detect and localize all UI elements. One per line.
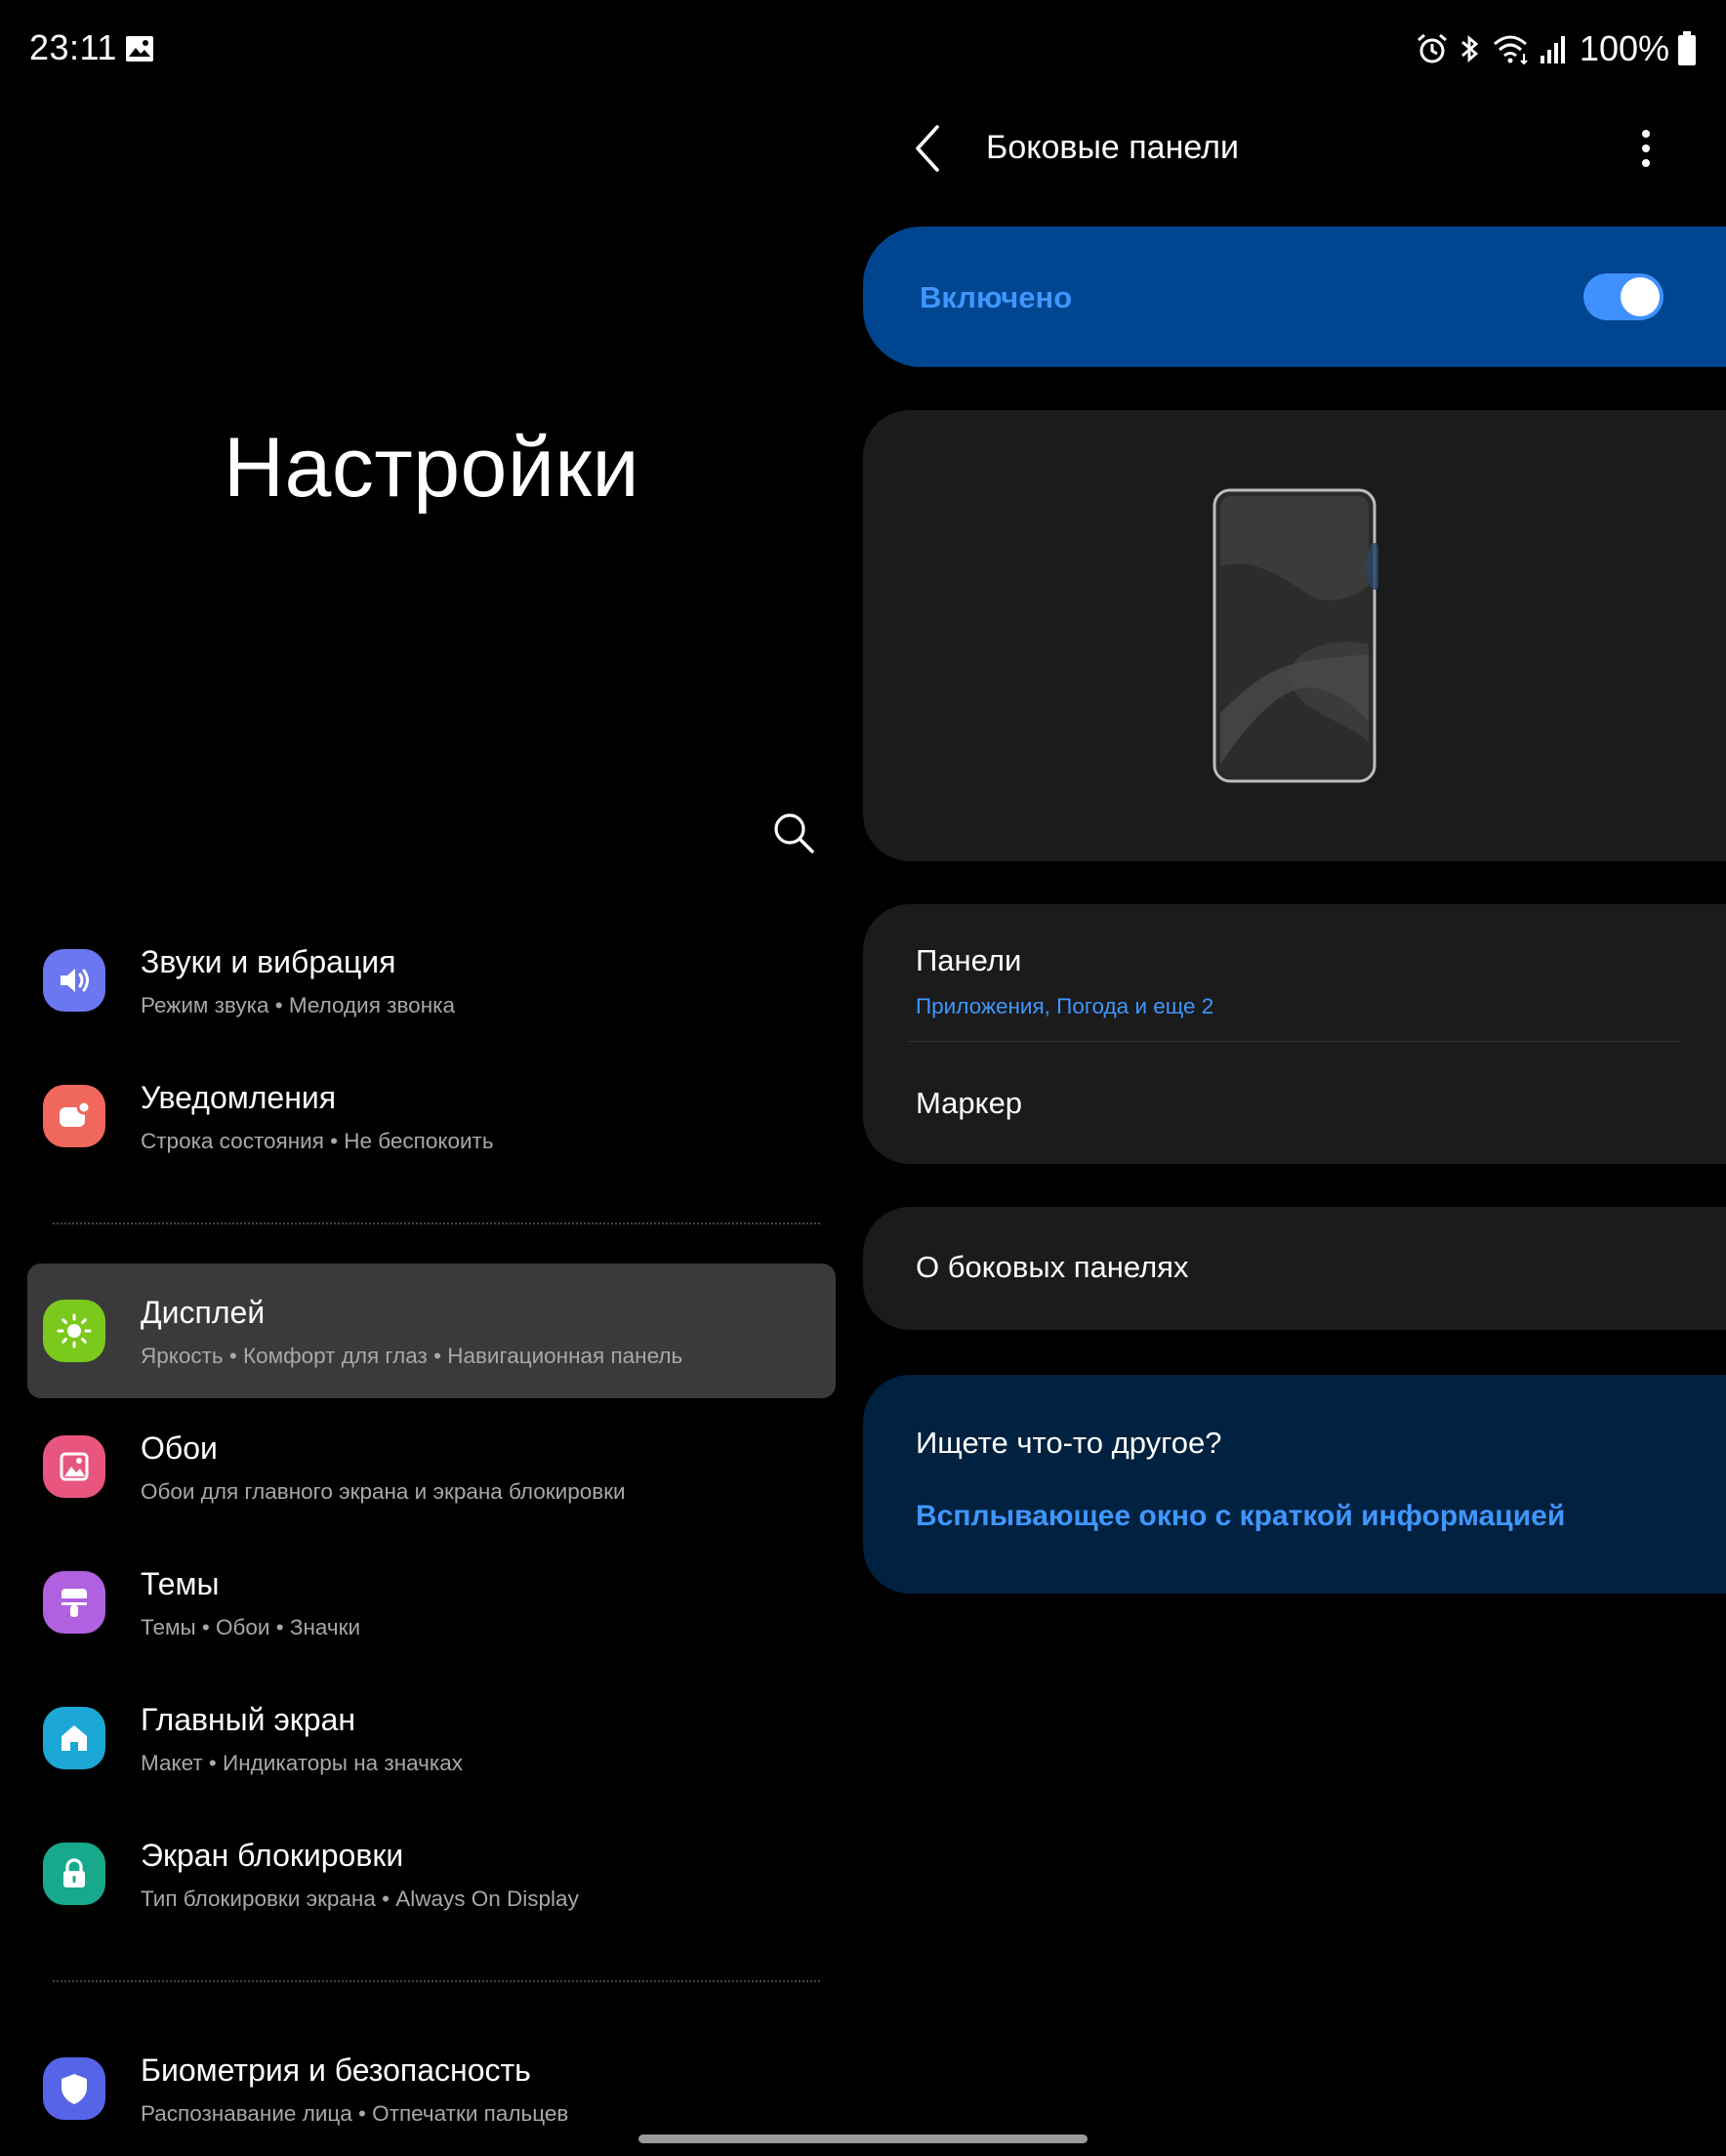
master-switch-label: Включено — [920, 280, 1073, 314]
menu-item-subtitle: Распознавание лица • Отпечатки пальцев — [141, 2101, 569, 2126]
bluetooth-icon — [1461, 34, 1479, 63]
list-item-title: Маркер — [916, 1086, 1023, 1120]
signal-icon — [1540, 36, 1565, 63]
home-icon — [43, 1707, 105, 1769]
volume-icon — [43, 949, 105, 1012]
menu-item-title: Главный экран — [141, 1702, 356, 1737]
page-title: Настройки — [223, 421, 640, 515]
menu-item-subtitle: Обои для главного экрана и экрана блокир… — [141, 1479, 626, 1504]
wifi-icon — [1493, 35, 1528, 65]
master-switch-card[interactable]: Включено — [863, 227, 1726, 367]
list-item-title: Панели — [916, 943, 1022, 977]
menu-item-title: Обои — [141, 1430, 218, 1466]
menu-item-subtitle: Режим звука • Мелодия звонка — [141, 993, 455, 1017]
suggestion-title: Ищете что-то другое? — [916, 1426, 1222, 1460]
alarm-icon — [1417, 33, 1447, 63]
menu-item-title: Биометрия и безопасность — [141, 2052, 531, 2088]
brightness-icon — [43, 1300, 105, 1362]
toggle-knob — [1621, 277, 1660, 316]
menu-item-display[interactable]: Дисплей Яркость • Комфорт для глаз • Нав… — [27, 1264, 836, 1398]
menu-item-notifications[interactable]: Уведомления Строка состояния • Не беспок… — [27, 1049, 836, 1183]
menu-item-home-screen[interactable]: Главный экран Макет • Индикаторы на знач… — [27, 1671, 836, 1805]
screen: 23:11 100% Настройки Звуки и вибрация Ре… — [0, 0, 1726, 2156]
about-title: О боковых панелях — [916, 1250, 1189, 1284]
menu-item-subtitle: Строка состояния • Не беспокоить — [141, 1129, 494, 1153]
menu-item-title: Темы — [141, 1566, 220, 1601]
search-icon[interactable] — [769, 808, 818, 857]
status-icons: 100% — [1416, 25, 1697, 72]
gallery-icon — [126, 36, 153, 62]
menu-item-subtitle: Яркость • Комфорт для глаз • Навигационн… — [141, 1344, 683, 1368]
notification-icon — [43, 1085, 105, 1147]
status-bar: 23:11 100% — [0, 0, 1726, 98]
theme-brush-icon — [43, 1571, 105, 1634]
menu-item-title: Уведомления — [141, 1080, 337, 1115]
about-card[interactable]: О боковых панелях — [863, 1207, 1726, 1330]
menu-item-title: Звуки и вибрация — [141, 944, 396, 979]
shield-icon — [43, 2057, 105, 2120]
menu-item-subtitle: Тип блокировки экрана • Always On Displa… — [141, 1886, 579, 1911]
master-toggle[interactable] — [1583, 273, 1664, 320]
menu-item-themes[interactable]: Темы Темы • Обои • Значки — [27, 1535, 836, 1670]
menu-item-subtitle: Темы • Обои • Значки — [141, 1615, 361, 1639]
status-time: 23:11 — [29, 27, 117, 67]
menu-item-title: Экран блокировки — [141, 1838, 404, 1873]
list-item-subtitle: Приложения, Погода и еще 2 — [916, 994, 1214, 1018]
section-divider — [53, 1223, 820, 1224]
menu-item-subtitle: Макет • Индикаторы на значках — [141, 1751, 463, 1775]
list-divider — [908, 1041, 1681, 1042]
lock-icon — [43, 1843, 105, 1905]
more-vertical-icon[interactable] — [1636, 125, 1656, 174]
menu-item-title: Дисплей — [141, 1295, 266, 1330]
menu-item-sounds[interactable]: Звуки и вибрация Режим звука • Мелодия з… — [27, 913, 836, 1048]
battery-icon — [1678, 31, 1696, 65]
menu-item-wallpaper[interactable]: Обои Обои для главного экрана и экрана б… — [27, 1399, 836, 1534]
phone-edge-preview-icon — [1212, 488, 1378, 783]
section-divider — [53, 1980, 820, 1982]
settings-list-card: Панели Приложения, Погода и еще 2 Маркер — [863, 904, 1726, 1164]
preview-card — [863, 410, 1726, 861]
suggestion-link[interactable]: Всплывающее окно с краткой информацией — [916, 1500, 1565, 1533]
back-arrow-icon[interactable] — [908, 121, 951, 176]
battery-percent: 100% — [1579, 28, 1669, 68]
suggestion-card: Ищете что-то другое? Всплывающее окно с … — [863, 1375, 1726, 1594]
wallpaper-icon — [43, 1435, 105, 1498]
gesture-handle[interactable] — [638, 2135, 1088, 2143]
detail-title: Боковые панели — [986, 129, 1239, 166]
menu-item-lock-screen[interactable]: Экран блокировки Тип блокировки экрана •… — [27, 1806, 836, 1941]
